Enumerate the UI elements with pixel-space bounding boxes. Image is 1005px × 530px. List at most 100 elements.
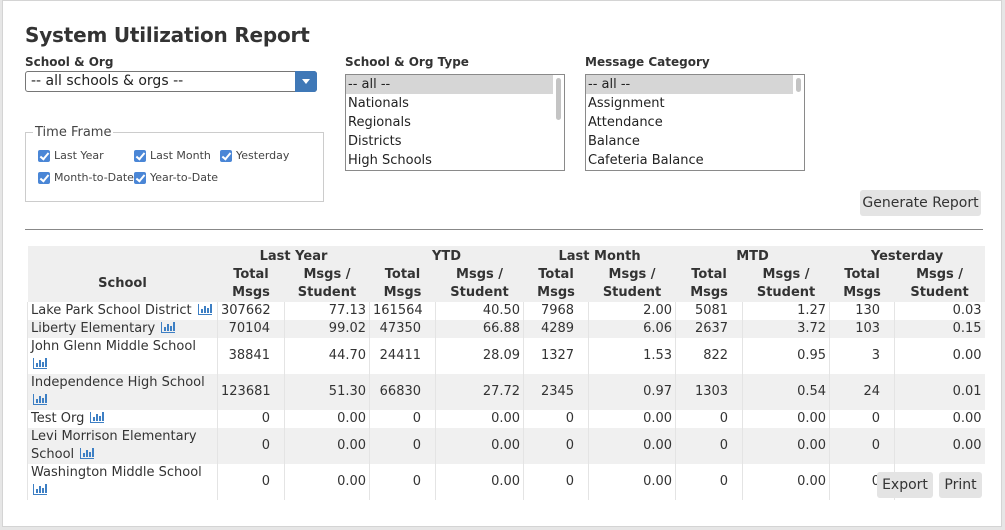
school-cell: Lake Park School District <box>27 302 218 320</box>
total-msgs-cell: 0 <box>369 428 436 464</box>
school-name: Levi Morrison Elementary School <box>31 429 197 462</box>
school-name: Independence High School <box>31 375 205 390</box>
school-org-label: School & Org <box>25 55 114 69</box>
checkbox-last-month[interactable]: Last Month <box>134 149 211 162</box>
checkbox-last-year[interactable]: Last Year <box>38 149 104 162</box>
school-cell: Liberty Elementary <box>27 320 218 338</box>
bar-chart-icon[interactable] <box>80 448 95 459</box>
generate-report-button[interactable]: Generate Report <box>860 190 981 216</box>
msgs-per-student-header[interactable]: Msgs / Student <box>435 266 524 302</box>
total-msgs-cell: 1303 <box>675 374 743 410</box>
school-name: Lake Park School District <box>31 303 192 318</box>
header-line: Msgs / <box>456 267 504 282</box>
bar-chart-icon[interactable] <box>197 304 212 315</box>
bar-chart-icon[interactable] <box>161 322 176 333</box>
msgs-per-student-cell: 40.50 <box>435 302 524 320</box>
message-category-label: Message Category <box>585 55 710 69</box>
listbox-option[interactable]: Cafeteria Balance <box>586 151 804 170</box>
msgs-per-student-header[interactable]: Msgs / Student <box>742 266 830 302</box>
total-msgs-header[interactable]: Total Msgs <box>523 266 589 302</box>
bar-chart-icon[interactable] <box>33 394 47 405</box>
total-msgs-cell: 66830 <box>369 374 436 410</box>
group-header-mtd: MTD <box>675 246 830 266</box>
time-frame-legend: Time Frame <box>35 125 112 140</box>
table-row: Independence High School 123681 51.30 6683… <box>27 374 985 410</box>
total-msgs-cell: 0 <box>523 464 589 500</box>
bar-chart-icon[interactable] <box>90 412 105 423</box>
school-org-select[interactable]: -- all schools & orgs -- <box>25 71 317 92</box>
msgs-per-student-cell: 0.00 <box>588 410 676 428</box>
total-msgs-cell: 161564 <box>369 302 436 320</box>
checkbox-year-to-date[interactable]: Year-to-Date <box>134 171 218 184</box>
total-msgs-cell: 0 <box>217 428 285 464</box>
chevron-down-icon[interactable] <box>295 71 317 92</box>
msgs-per-student-cell: 6.06 <box>588 320 676 338</box>
total-msgs-cell: 0 <box>675 464 743 500</box>
listbox-option[interactable]: Balance <box>586 132 804 151</box>
header-line: Student <box>756 285 816 300</box>
school-cell: Washington Middle School <box>27 464 218 500</box>
msgs-per-student-cell: 0.00 <box>283 428 370 464</box>
msgs-per-student-cell: 0.00 <box>588 464 676 500</box>
checkbox-checked-icon[interactable] <box>220 149 232 162</box>
checkbox-label: Year-to-Date <box>150 171 219 184</box>
total-msgs-header[interactable]: Total Msgs <box>829 266 895 302</box>
listbox-option[interactable]: Regionals <box>346 113 564 132</box>
school-cell: John Glenn Middle School <box>27 338 218 374</box>
msgs-per-student-cell: 0.00 <box>283 410 370 428</box>
header-line: Msgs <box>690 285 728 300</box>
print-button[interactable]: Print <box>939 472 982 498</box>
listbox-option[interactable]: -- all -- <box>346 75 553 94</box>
total-msgs-header[interactable]: Total Msgs <box>217 266 285 302</box>
scrollbar[interactable] <box>796 78 801 92</box>
group-header-last-year: Last Year <box>217 246 370 266</box>
listbox-option[interactable]: High Schools <box>346 151 564 170</box>
report-panel: System Utilization Report School & Org -… <box>2 0 1002 527</box>
total-msgs-cell: 123681 <box>217 374 285 410</box>
listbox-option[interactable]: Districts <box>346 132 564 151</box>
bar-chart-icon[interactable] <box>33 358 47 369</box>
checkbox-checked-icon[interactable] <box>134 171 146 184</box>
school-cell: Test Org <box>27 410 218 428</box>
export-button[interactable]: Export <box>877 472 933 498</box>
msgs-per-student-cell: 0.00 <box>894 428 985 464</box>
total-msgs-cell: 0 <box>829 410 895 428</box>
msgs-per-student-header[interactable]: Msgs / Student <box>588 266 676 302</box>
total-msgs-cell: 0 <box>217 464 285 500</box>
msgs-per-student-cell: 0.01 <box>894 374 985 410</box>
msgs-per-student-cell: 44.70 <box>283 338 370 374</box>
total-msgs-cell: 0 <box>369 464 436 500</box>
school-header[interactable]: School <box>27 246 218 302</box>
header-line: Total <box>691 267 727 282</box>
listbox-option[interactable]: Assignment <box>586 94 804 113</box>
total-msgs-header[interactable]: Total Msgs <box>369 266 436 302</box>
total-msgs-header[interactable]: Total Msgs <box>675 266 743 302</box>
checkbox-checked-icon[interactable] <box>38 149 50 162</box>
message-category-listbox[interactable]: -- all -- Assignment Attendance Balance … <box>585 74 805 171</box>
msgs-per-student-header[interactable]: Msgs / Student <box>284 266 370 302</box>
total-msgs-cell: 0 <box>675 410 743 428</box>
checkbox-checked-icon[interactable] <box>38 171 50 184</box>
school-name: John Glenn Middle School <box>31 339 196 354</box>
school-org-type-listbox[interactable]: -- all -- Nationals Regionals Districts … <box>345 74 565 171</box>
scrollbar[interactable] <box>556 78 561 120</box>
total-msgs-cell: 47350 <box>369 320 436 338</box>
school-name: Washington Middle School <box>31 465 202 480</box>
header-line: Msgs <box>537 285 575 300</box>
msgs-per-student-cell: 77.13 <box>283 302 370 320</box>
msgs-per-student-header[interactable]: Msgs / Student <box>894 266 985 302</box>
total-msgs-cell: 130 <box>829 302 895 320</box>
group-header-last-month: Last Month <box>523 246 676 266</box>
checkbox-checked-icon[interactable] <box>134 149 146 162</box>
bar-chart-icon[interactable] <box>33 484 47 495</box>
checkbox-month-to-date[interactable]: Month-to-Date <box>38 171 134 184</box>
listbox-option[interactable]: -- all -- <box>586 75 793 94</box>
header-line: Student <box>450 285 509 300</box>
listbox-option[interactable]: Nationals <box>346 94 564 113</box>
msgs-per-student-cell: 0.00 <box>588 428 676 464</box>
checkbox-yesterday[interactable]: Yesterday <box>220 149 289 162</box>
group-header-ytd: YTD <box>369 246 524 266</box>
listbox-option[interactable]: Attendance <box>586 113 804 132</box>
school-org-type-label: School & Org Type <box>345 55 469 69</box>
msgs-per-student-cell: 27.72 <box>435 374 524 410</box>
